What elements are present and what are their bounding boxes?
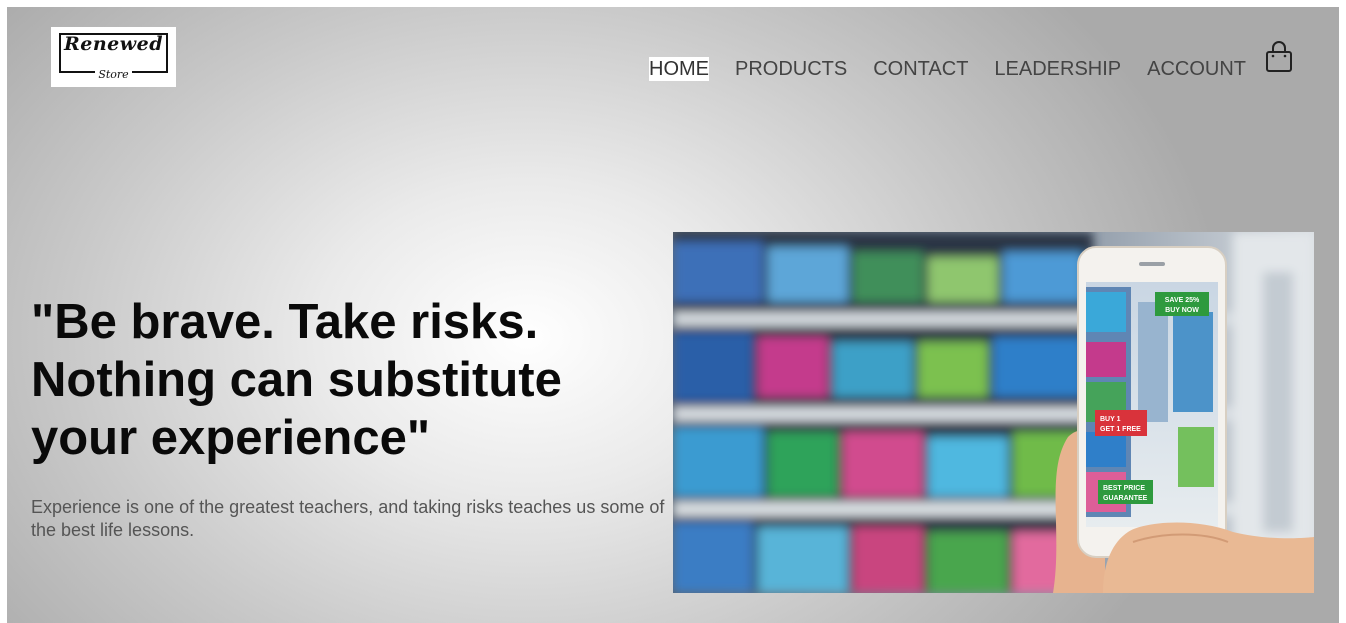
badge-get-free: GET 1 FREE (1100, 426, 1141, 433)
main-nav: HOME PRODUCTS CONTACT LEADERSHIP ACCOUNT (649, 57, 1272, 81)
nav-products[interactable]: PRODUCTS (735, 57, 847, 81)
logo-subtitle: Store (51, 68, 176, 81)
badge-buy-now: BUY NOW (1165, 307, 1199, 314)
nav-contact[interactable]: CONTACT (873, 57, 968, 81)
logo-title: Renewed (63, 33, 163, 55)
nav-leadership[interactable]: LEADERSHIP (994, 57, 1121, 81)
store-logo[interactable]: Renewed Store (51, 27, 176, 87)
hero-quote: "Be brave. Take risks. Nothing can subst… (31, 293, 671, 467)
hero-image-supermarket-phone: SAVE 25% BUY NOW BUY 1 GET 1 FREE BEST P… (673, 232, 1314, 593)
page-frame: Renewed Store HOME PRODUCTS CONTACT LEAD… (7, 7, 1339, 623)
badge-guarantee: GUARANTEE (1103, 495, 1148, 502)
hero-quote-line: your experience" (31, 411, 431, 465)
badge-save: SAVE 25% (1165, 297, 1200, 304)
nav-account[interactable]: ACCOUNT (1147, 57, 1246, 81)
badge-buy1: BUY 1 (1100, 416, 1121, 423)
shopping-bag-icon[interactable] (1264, 40, 1294, 76)
nav-home[interactable]: HOME (649, 57, 709, 81)
logo-subtitle-text: Store (95, 68, 132, 81)
hero-quote-line: Nothing can substitute (31, 353, 562, 407)
hero-description: Experience is one of the greatest teache… (31, 497, 665, 540)
badge-best-price: BEST PRICE (1103, 485, 1145, 492)
hero-quote-line: "Be brave. Take risks. (31, 295, 539, 349)
